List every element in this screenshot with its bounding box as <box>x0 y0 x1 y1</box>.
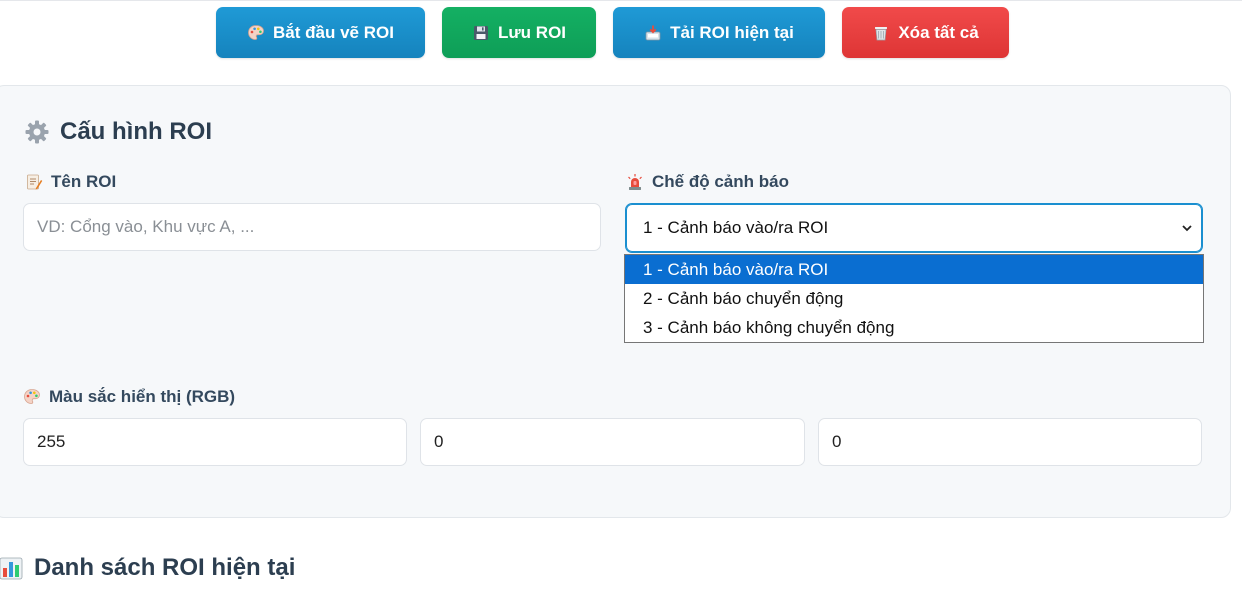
alert-mode-select[interactable]: 1 - Cảnh báo vào/ra ROI <box>625 203 1203 253</box>
load-current-roi-button[interactable]: Tải ROI hiện tại <box>613 7 825 58</box>
police-light-icon <box>628 174 642 190</box>
floppy-disk-icon <box>473 25 488 40</box>
load-current-roi-label: Tải ROI hiện tại <box>670 22 794 42</box>
roi-config-title: Cấu hình ROI <box>60 118 212 145</box>
color-blue-input[interactable]: 0 <box>818 418 1202 466</box>
color-red-value: 255 <box>37 432 66 451</box>
wastebasket-icon <box>875 26 888 40</box>
alert-mode-option-2[interactable]: 2 - Cảnh báo chuyển động <box>625 284 1203 313</box>
display-color-label-text: Màu sắc hiển thị (RGB) <box>49 387 236 406</box>
roi-name-label: Tên ROI <box>25 172 116 192</box>
color-green-input[interactable]: 0 <box>420 418 805 466</box>
alert-mode-option-3[interactable]: 3 - Cảnh báo không chuyển động <box>625 313 1203 342</box>
color-blue-value: 0 <box>832 432 842 451</box>
alert-mode-selected-value: 1 - Cảnh báo vào/ra ROI <box>643 218 829 237</box>
save-roi-label: Lưu ROI <box>497 22 567 42</box>
alert-mode-label-text: Chế độ cảnh báo <box>652 172 789 191</box>
roi-toolbar: Bắt đầu vẽ ROI Lưu ROI Tải ROI hiện tại … <box>0 0 1242 70</box>
clear-all-label: Xóa tất cả <box>898 22 979 42</box>
alert-mode-options-list: 1 - Cảnh báo vào/ra ROI 2 - Cảnh báo chu… <box>624 254 1204 343</box>
chevron-down-icon <box>1182 225 1192 232</box>
start-draw-roi-label: Bắt đầu vẽ ROI <box>273 22 394 42</box>
bar-chart-icon <box>0 557 23 580</box>
alert-mode-option-1[interactable]: 1 - Cảnh báo vào/ra ROI <box>625 255 1203 284</box>
memo-icon <box>27 174 43 190</box>
roi-list-title: Danh sách ROI hiện tại <box>34 554 296 581</box>
inbox-tray-icon <box>645 25 661 40</box>
palette-icon <box>24 389 40 404</box>
color-red-input[interactable]: 255 <box>23 418 407 466</box>
clear-all-button[interactable]: Xóa tất cả <box>842 7 1009 58</box>
save-roi-button[interactable]: Lưu ROI <box>442 7 596 58</box>
roi-list-heading: Danh sách ROI hiện tại <box>0 554 295 582</box>
roi-name-input[interactable]: VD: Cổng vào, Khu vực A, ... <box>23 203 601 251</box>
start-draw-roi-button[interactable]: Bắt đầu vẽ ROI <box>216 7 425 58</box>
roi-name-label-text: Tên ROI <box>51 172 117 191</box>
color-green-value: 0 <box>434 432 444 451</box>
gear-icon <box>25 120 49 144</box>
roi-name-placeholder: VD: Cổng vào, Khu vực A, ... <box>37 217 255 236</box>
alert-mode-label: Chế độ cảnh báo <box>626 172 789 192</box>
roi-config-heading: Cấu hình ROI <box>24 118 212 146</box>
display-color-label: Màu sắc hiển thị (RGB) <box>23 387 235 407</box>
palette-icon <box>248 24 264 40</box>
